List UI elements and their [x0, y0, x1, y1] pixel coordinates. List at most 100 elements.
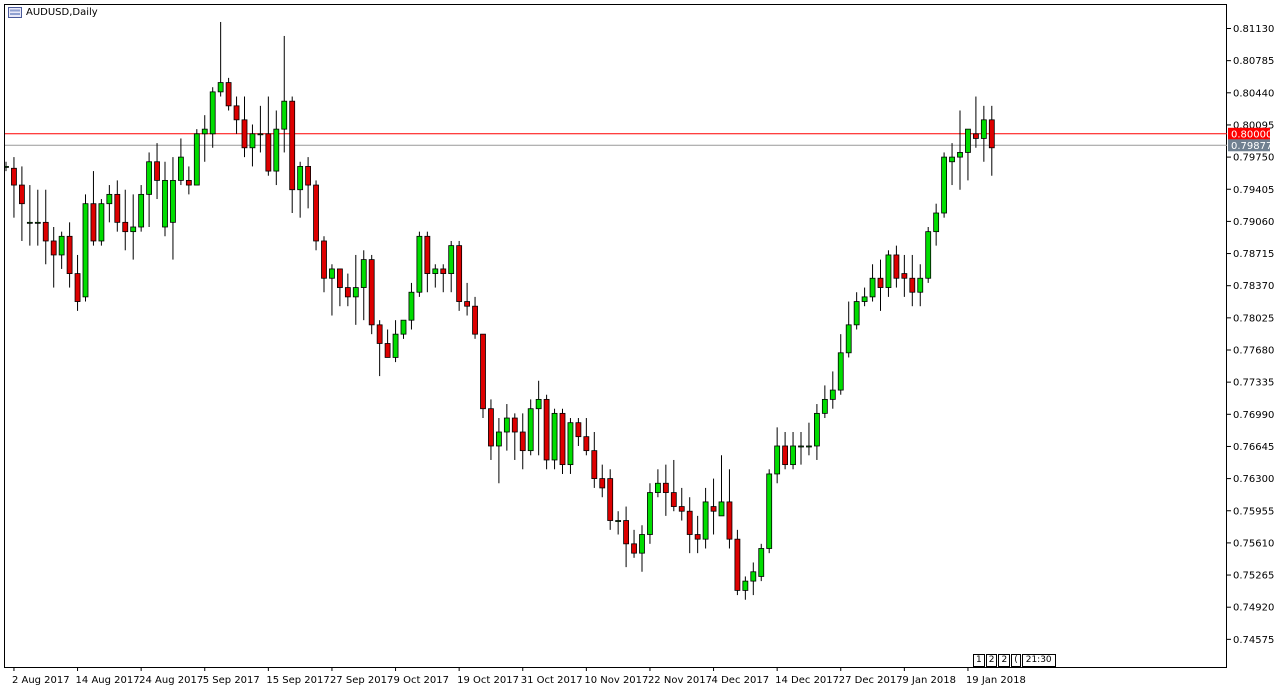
candle: [138, 185, 145, 232]
candle: [162, 161, 168, 237]
candle-body-bull: [853, 301, 860, 326]
candle: [448, 240, 455, 293]
candle: [670, 459, 677, 512]
candle: [480, 333, 486, 419]
x-tick-label: 14 Dec 2017: [775, 675, 839, 686]
candle-body-bear: [893, 254, 900, 279]
candle-body-bull: [82, 203, 89, 298]
candle: [98, 199, 105, 246]
candle-body-bull: [352, 287, 359, 298]
candle: [806, 422, 812, 456]
candle-body-bear: [368, 259, 375, 326]
candle: [551, 408, 558, 470]
scroll-button-1[interactable]: 1: [973, 654, 985, 667]
y-tick-label: 0.79405: [1233, 185, 1274, 196]
x-tick-label: 9 Jan 2018: [902, 675, 956, 686]
candle-body-bull: [217, 82, 224, 93]
candle: [925, 226, 932, 283]
candle: [758, 543, 765, 582]
candle-body-bear: [599, 478, 606, 489]
scroll-button-2[interactable]: 2: [985, 654, 998, 667]
x-tick-label: 27 Dec 2017: [839, 675, 903, 686]
candle-body-bear: [726, 501, 733, 540]
resistance-price-label: 0.80000: [1231, 129, 1272, 140]
candle-body-bull: [551, 412, 558, 461]
candle: [662, 464, 669, 516]
chart-window-icon: [8, 7, 22, 18]
candle-body-bull: [718, 501, 725, 517]
y-tick-label: 0.74920: [1233, 603, 1274, 614]
candle-body-bear: [225, 82, 232, 107]
candle-body-bear: [122, 221, 129, 233]
candle: [281, 35, 288, 153]
candle: [26, 185, 33, 246]
candle: [678, 487, 685, 521]
candle: [130, 194, 137, 260]
candle-body-bull: [774, 445, 781, 475]
candle-body-bull: [925, 231, 932, 279]
candlestick-chart[interactable]: 0.811300.807850.804400.800950.797500.794…: [0, 0, 1283, 693]
candle: [726, 469, 733, 549]
candle: [814, 404, 820, 460]
candle-body-bull: [162, 179, 168, 228]
candle-body-bull: [503, 417, 510, 433]
candle-body-bull: [845, 324, 852, 354]
x-tick-label: 31 Oct 2017: [521, 675, 583, 686]
x-tick-label: 15 Sep 2017: [266, 675, 329, 686]
x-tick-label: 4 Dec 2017: [712, 675, 770, 686]
candle-body-bear: [662, 482, 669, 493]
candle-body-bear: [74, 273, 81, 302]
candle-body-bull: [58, 235, 65, 256]
candle: [154, 143, 160, 200]
scroll-button-3[interactable]: 2: [998, 654, 1011, 667]
candle-body-bull: [495, 431, 502, 447]
candle-body-bull: [448, 245, 455, 274]
candle: [384, 329, 391, 358]
candle: [114, 180, 121, 232]
candle: [901, 254, 908, 297]
candle: [265, 96, 272, 176]
candle: [42, 189, 49, 265]
candle: [511, 413, 518, 460]
y-tick-label: 0.81130: [1233, 24, 1274, 35]
scroll-button-4[interactable]: (: [1011, 654, 1021, 667]
candle-body-bear: [233, 105, 240, 121]
candle-body-bull: [790, 445, 796, 466]
candle: [321, 236, 327, 293]
candle-body-bull: [766, 473, 773, 549]
candle: [392, 320, 399, 363]
candle-body-bull: [965, 128, 971, 153]
candle-body-bull: [527, 408, 534, 452]
candle-body-bear: [66, 235, 73, 274]
candle: [941, 152, 947, 218]
candle: [766, 469, 773, 554]
candle: [376, 320, 383, 377]
candle: [957, 110, 963, 190]
candle: [694, 515, 701, 554]
candle: [718, 455, 725, 517]
chart-window: 0.81130 0.80785 0.80440 0.80095 0.79750 0.794…: [0, 0, 1283, 693]
candle-body-bull: [170, 179, 176, 223]
candle-body-bull: [432, 268, 439, 274]
candle-body-bear: [265, 133, 272, 172]
candle-body-bull: [273, 128, 280, 172]
y-tick-label: 0.75955: [1233, 506, 1274, 517]
candle-body-bear: [575, 422, 582, 438]
candle-body-bear: [607, 478, 614, 521]
candle-body-bear: [424, 235, 431, 274]
candle-body-bear: [185, 179, 192, 186]
x-tick-label: 9 Oct 2017: [394, 675, 449, 686]
candle: [34, 189, 41, 246]
x-tick-label: 5 Sep 2017: [203, 675, 260, 686]
chart-title: AUDUSD,Daily: [26, 7, 98, 18]
candle: [543, 394, 550, 470]
candle-body-bull: [655, 482, 661, 493]
candle-body-bull: [917, 277, 924, 293]
candle: [416, 231, 423, 297]
candle-body-bull: [130, 226, 137, 233]
candle: [710, 478, 717, 535]
candle: [201, 115, 208, 162]
current-price-label: 0.79877: [1231, 141, 1272, 152]
candle-body-bear: [440, 268, 447, 274]
candle-body-bear: [583, 436, 590, 452]
